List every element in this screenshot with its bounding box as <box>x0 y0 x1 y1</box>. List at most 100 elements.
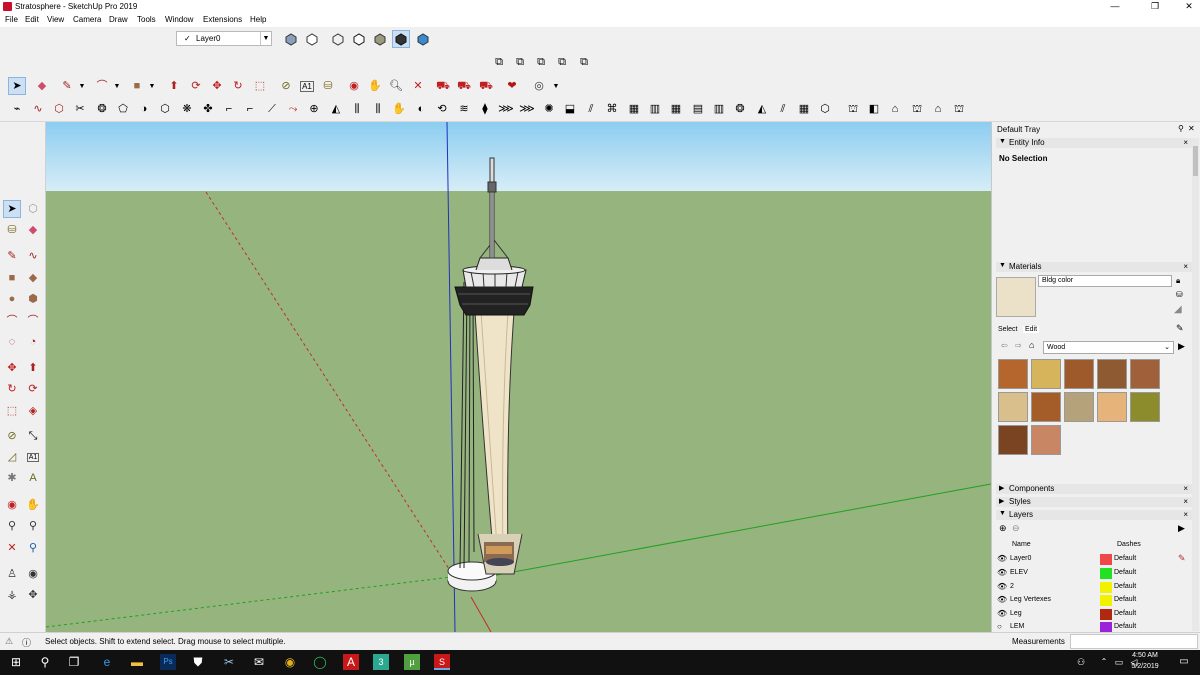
home-icon[interactable]: ⌂ <box>1029 340 1034 350</box>
shaded-textures-icon[interactable] <box>392 30 410 48</box>
eye-icon[interactable]: 👁︎ <box>997 568 1007 577</box>
eye-icon[interactable]: 👁︎ <box>997 582 1007 591</box>
layer-row[interactable]: 👁︎ Leg Vertexes Default <box>996 594 1186 607</box>
soften-icon[interactable]: ✋ <box>390 100 408 118</box>
stretch-icon[interactable]: ◐ <box>412 100 430 118</box>
octane-icon[interactable]: ⫽ <box>582 100 600 118</box>
joint-push-pull-icon[interactable]: ❂ <box>93 100 111 118</box>
share-component-icon[interactable]: ⛟ <box>477 77 495 95</box>
utorrent-icon[interactable]: µ <box>404 654 420 670</box>
protractor-icon[interactable]: ◿ <box>3 448 21 466</box>
layer-color-swatch[interactable] <box>1100 582 1112 593</box>
zoom-tool-icon[interactable]: ⚲ <box>3 517 21 535</box>
snipping-tool-icon[interactable]: ✂ <box>221 654 237 670</box>
tab-edit[interactable]: Edit <box>1023 326 1040 333</box>
grid-icon[interactable]: ▦ <box>625 100 643 118</box>
menu-window[interactable]: Window <box>165 15 193 24</box>
menu-edit[interactable]: Edit <box>25 15 39 24</box>
task-view-icon[interactable]: ❐ <box>66 654 82 670</box>
3d-app-icon[interactable]: 3 <box>373 654 389 670</box>
three-point-arc-icon[interactable]: ◌ <box>3 333 21 351</box>
layer-row[interactable]: 👁︎ 2 Default <box>996 581 1186 594</box>
two-point-arc-icon[interactable]: ⌒ <box>24 312 42 330</box>
look-around-icon[interactable]: ◉ <box>24 565 42 583</box>
chevron-down-icon[interactable]: ▼ <box>547 77 565 95</box>
people-icon[interactable]: ⚇ <box>1073 654 1089 670</box>
close-button[interactable]: ✕ <box>1172 0 1200 14</box>
monochrome-icon[interactable] <box>414 30 432 48</box>
eye-icon[interactable]: 👁︎ <box>997 554 1007 563</box>
line-tool-icon[interactable]: ✎ <box>3 247 21 265</box>
account-icon[interactable]: ◎ <box>530 77 548 95</box>
close-icon[interactable]: × <box>1183 262 1188 271</box>
close-icon[interactable]: × <box>1183 510 1188 519</box>
eye-icon[interactable]: 👁︎ <box>997 609 1007 618</box>
top-view-icon[interactable]: ⧉ <box>511 53 529 71</box>
axes-tool-icon[interactable]: ✱ <box>3 469 21 487</box>
maximize-button[interactable]: ❐ <box>1138 0 1172 14</box>
pan-tool-icon[interactable]: ✋ <box>366 77 384 95</box>
move-tool-icon[interactable]: ✥ <box>3 359 21 377</box>
array-icon[interactable]: ⫼ <box>348 100 366 118</box>
radial-bend-icon[interactable]: ✺ <box>540 100 558 118</box>
close-icon[interactable]: × <box>1183 497 1188 506</box>
ribbon-icon[interactable]: ▦ <box>667 100 685 118</box>
sculpt-icon[interactable]: ⫽ <box>774 100 792 118</box>
push-pull-icon[interactable]: ⬆ <box>24 359 42 377</box>
drape-icon[interactable]: ◭ <box>753 100 771 118</box>
extend-icon[interactable]: ⊕ <box>305 100 323 118</box>
ffd-icon[interactable]: ⌘ <box>603 100 621 118</box>
share-model-icon[interactable]: ⛟ <box>455 77 473 95</box>
eyedropper-icon[interactable]: ✎ <box>1176 323 1184 334</box>
orbit-tool-icon[interactable]: ◉ <box>345 77 363 95</box>
shear-icon[interactable]: ⧫ <box>476 100 494 118</box>
layers-header[interactable]: ▼ Layers × <box>996 510 1192 520</box>
previous-view-icon[interactable]: ⚲ <box>24 539 42 557</box>
lock-icon[interactable]: 🔒︎ <box>1176 276 1180 286</box>
twist-icon[interactable]: ⟲ <box>433 100 451 118</box>
styles-header[interactable]: ▶ Styles × <box>996 497 1192 507</box>
delete-layer-icon[interactable]: ⊖ <box>1012 523 1020 534</box>
chamfer-icon[interactable]: ⟋ <box>263 100 281 118</box>
geo-location-icon[interactable]: ⚠ <box>5 636 13 647</box>
extension-warehouse-icon[interactable]: ❤ <box>503 77 521 95</box>
create-material-icon[interactable]: ⛁ <box>1176 290 1183 299</box>
material-swatch[interactable] <box>1064 359 1094 389</box>
back-edges-icon[interactable] <box>303 30 321 48</box>
eye-icon[interactable]: 👁︎ <box>997 595 1007 604</box>
scale-tool-icon[interactable]: ⬚ <box>3 402 21 420</box>
menu-file[interactable]: File <box>5 15 18 24</box>
file-explorer-icon[interactable]: ▬ <box>129 654 145 670</box>
circle-tool-icon[interactable]: ● <box>3 290 21 308</box>
move-tool-icon[interactable]: ✥ <box>208 77 226 95</box>
layer-dropdown[interactable]: ✓ Layer0 ▼ <box>176 31 272 46</box>
entity-info-header[interactable]: ▼ Entity Info × <box>996 138 1192 148</box>
3d-text-icon[interactable]: A <box>24 469 42 487</box>
wireframe-icon[interactable] <box>329 30 347 48</box>
material-name-field[interactable]: Bldg color <box>1038 275 1172 287</box>
eraser-tool-icon[interactable]: ◆ <box>33 77 51 95</box>
pin-icon[interactable]: ⚲ <box>1178 124 1184 133</box>
layer-row[interactable]: 👁︎ Layer0 Default ✎ <box>996 553 1186 566</box>
wall-icon[interactable]: ◧ <box>865 100 883 118</box>
xray-style-icon[interactable] <box>282 30 300 48</box>
rectangle-tool-icon[interactable]: ■ <box>3 269 21 287</box>
intersect-icon[interactable]: ⤳ <box>284 100 302 118</box>
close-icon[interactable]: × <box>1183 484 1188 493</box>
house-icon[interactable]: ⌂ <box>886 100 904 118</box>
freehand-tool-icon[interactable]: ∿ <box>24 247 42 265</box>
details-arrow-icon[interactable]: ▶ <box>1178 523 1185 534</box>
layer-color-swatch[interactable] <box>1100 609 1112 620</box>
wave-icon[interactable]: ▤ <box>689 100 707 118</box>
dimension-tool-icon[interactable]: ⤡ <box>24 427 42 445</box>
edge-browser-icon[interactable]: e <box>99 654 115 670</box>
material-swatch[interactable] <box>1130 392 1160 422</box>
material-swatch[interactable] <box>998 392 1028 422</box>
minimize-button[interactable]: — <box>1098 0 1132 14</box>
paint-bucket-icon[interactable]: ⛁ <box>319 77 337 95</box>
clock-time[interactable]: 4:50 AM <box>1130 652 1160 659</box>
network-icon[interactable]: ▭ <box>1111 654 1127 670</box>
tab-select[interactable]: Select <box>998 326 1017 333</box>
sample-paint-icon[interactable]: ◢ <box>1174 304 1182 315</box>
orbit-tool-icon[interactable]: ◉ <box>3 496 21 514</box>
